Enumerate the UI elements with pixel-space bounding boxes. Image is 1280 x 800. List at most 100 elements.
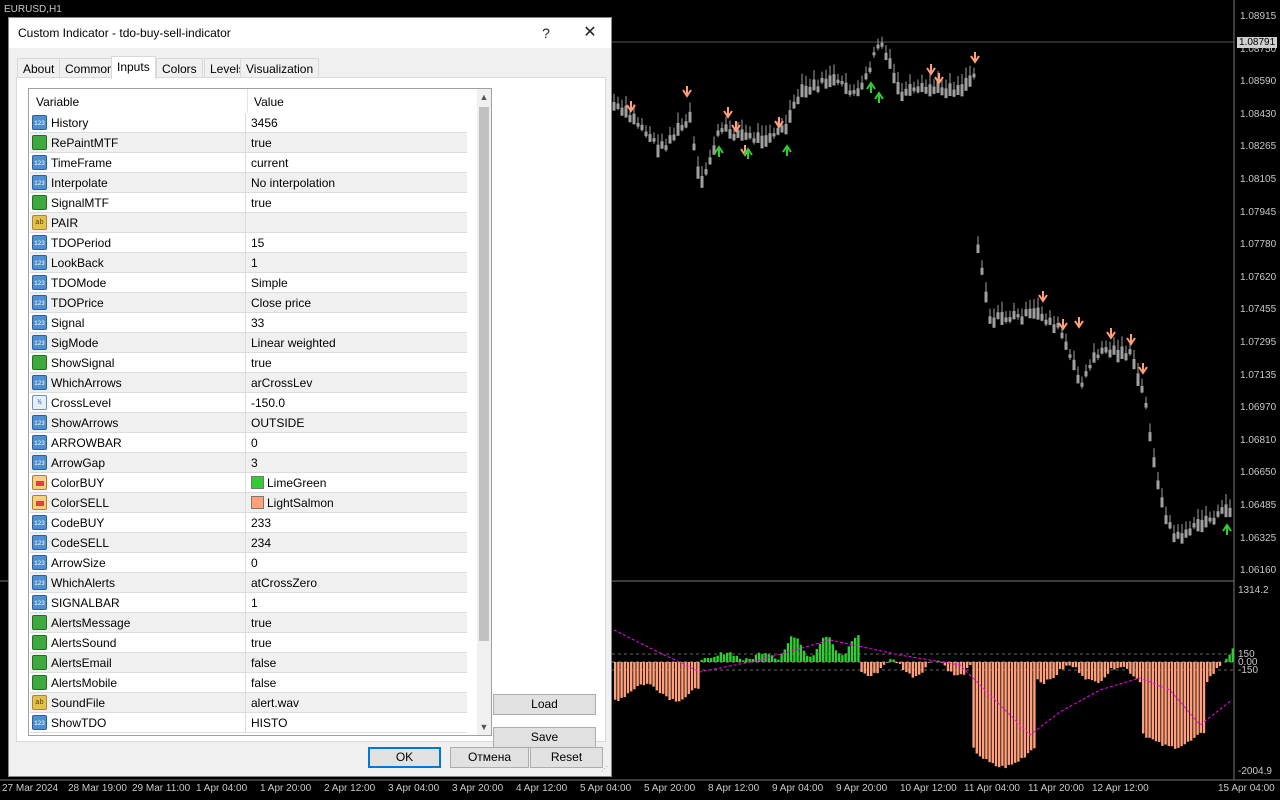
cancel-button[interactable]: Отмена (450, 747, 529, 768)
param-value-text[interactable]: LightSalmon (267, 496, 334, 510)
param-value[interactable]: LimeGreen (251, 476, 326, 490)
param-row[interactable]: AlertsMessage true (30, 613, 467, 633)
tab-inputs[interactable]: Inputs (111, 56, 156, 79)
param-value[interactable]: current (251, 156, 288, 170)
param-row[interactable]: 123 TimeFrame current (30, 153, 467, 173)
param-row[interactable]: 123 TDOPeriod 15 (30, 233, 467, 253)
grid-scrollbar[interactable]: ▲ ▼ (477, 89, 491, 735)
ok-button[interactable]: OK (368, 747, 441, 768)
param-row[interactable]: 123 TDOMode Simple (30, 273, 467, 293)
param-value[interactable]: 234 (251, 536, 271, 550)
param-row[interactable]: 123 SIGNALBAR 1 (30, 593, 467, 613)
param-value-text[interactable]: 33 (251, 316, 264, 330)
param-value-text[interactable]: true (251, 136, 272, 150)
resize-grip-icon[interactable]: ⋰ (601, 766, 609, 774)
param-row[interactable]: 123 LookBack 1 (30, 253, 467, 273)
param-value-text[interactable]: true (251, 636, 272, 650)
param-row[interactable]: ab SoundFile alert.wav (30, 693, 467, 713)
color-swatch-icon[interactable] (251, 496, 264, 509)
param-value[interactable]: 1 (251, 596, 258, 610)
param-row[interactable]: 123 TDOPrice Close price (30, 293, 467, 313)
param-value[interactable]: arCrossLev (251, 376, 312, 390)
param-value-text[interactable]: 3456 (251, 116, 278, 130)
param-row[interactable]: 123 Interpolate No interpolation (30, 173, 467, 193)
param-value[interactable]: 233 (251, 516, 271, 530)
param-value-text[interactable]: 233 (251, 516, 271, 530)
param-value[interactable]: 0 (251, 436, 258, 450)
param-value-text[interactable]: 1 (251, 596, 258, 610)
param-row[interactable]: 123 SigMode Linear weighted (30, 333, 467, 353)
load-button[interactable]: Load (493, 694, 596, 715)
dialog-titlebar[interactable]: Custom Indicator - tdo-buy-sell-indicato… (9, 18, 611, 48)
param-value[interactable]: alert.wav (251, 696, 299, 710)
param-value[interactable]: LightSalmon (251, 496, 334, 510)
param-value[interactable]: true (251, 616, 272, 630)
param-value-text[interactable]: -150.0 (251, 396, 285, 410)
param-value-text[interactable]: 0 (251, 436, 258, 450)
scroll-up-icon[interactable]: ▲ (477, 89, 491, 105)
param-value-text[interactable]: 3 (251, 456, 258, 470)
save-button[interactable]: Save (493, 727, 596, 748)
param-value-text[interactable]: Simple (251, 276, 288, 290)
scroll-down-icon[interactable]: ▼ (477, 719, 491, 735)
param-value[interactable]: true (251, 136, 272, 150)
tab-about[interactable]: About (17, 58, 61, 78)
param-row[interactable]: SignalMTF true (30, 193, 467, 213)
scrollbar-thumb[interactable] (479, 107, 489, 641)
param-row[interactable]: 123 Signal 33 (30, 313, 467, 333)
param-value[interactable]: 1 (251, 256, 258, 270)
param-row[interactable]: RePaintMTF true (30, 133, 467, 153)
param-value[interactable]: -150.0 (251, 396, 285, 410)
param-row[interactable]: ShowSignal true (30, 353, 467, 373)
param-value[interactable]: false (251, 656, 276, 670)
param-value-text[interactable]: current (251, 156, 288, 170)
param-value-text[interactable]: 234 (251, 536, 271, 550)
param-value[interactable]: No interpolation (251, 176, 335, 190)
param-row[interactable]: AlertsMobile false (30, 673, 467, 693)
param-value-text[interactable]: alert.wav (251, 696, 299, 710)
param-value-text[interactable]: 15 (251, 236, 264, 250)
param-value[interactable]: Linear weighted (251, 336, 336, 350)
param-value[interactable]: 15 (251, 236, 264, 250)
param-value-text[interactable]: OUTSIDE (251, 416, 304, 430)
param-value[interactable]: true (251, 196, 272, 210)
tab-colors[interactable]: Colors (156, 58, 203, 78)
param-row[interactable]: 123 ShowArrows OUTSIDE (30, 413, 467, 433)
param-row[interactable]: 123 ARROWBAR 0 (30, 433, 467, 453)
param-value[interactable]: OUTSIDE (251, 416, 304, 430)
param-value-text[interactable]: arCrossLev (251, 376, 312, 390)
param-value-text[interactable]: true (251, 196, 272, 210)
param-row[interactable]: ColorSELL LightSalmon (30, 493, 467, 513)
param-value[interactable]: 33 (251, 316, 264, 330)
reset-button[interactable]: Reset (530, 747, 603, 768)
param-row[interactable]: AlertsEmail false (30, 653, 467, 673)
param-value-text[interactable]: atCrossZero (251, 576, 317, 590)
param-value[interactable]: Close price (251, 296, 311, 310)
help-button[interactable]: ? (531, 22, 561, 44)
param-value[interactable]: Simple (251, 276, 288, 290)
param-value-text[interactable]: No interpolation (251, 176, 335, 190)
param-value[interactable]: atCrossZero (251, 576, 317, 590)
param-value[interactable]: false (251, 676, 276, 690)
param-row[interactable]: ab PAIR (30, 213, 467, 233)
column-header-variable[interactable]: Variable (36, 95, 79, 109)
param-row[interactable]: 123 WhichAlerts atCrossZero (30, 573, 467, 593)
param-value-text[interactable]: false (251, 676, 276, 690)
param-value[interactable]: 0 (251, 556, 258, 570)
column-header-value[interactable]: Value (254, 95, 284, 109)
tab-visualization[interactable]: Visualization (240, 58, 320, 78)
param-row[interactable]: ½ CrossLevel -150.0 (30, 393, 467, 413)
close-icon[interactable]: ✕ (575, 22, 605, 44)
param-value-text[interactable]: false (251, 656, 276, 670)
param-row[interactable]: 123 History 3456 (30, 113, 467, 133)
param-value-text[interactable]: Close price (251, 296, 311, 310)
param-value[interactable]: 3 (251, 456, 258, 470)
param-value-text[interactable]: true (251, 616, 272, 630)
color-swatch-icon[interactable] (251, 476, 264, 489)
param-row[interactable]: ColorBUY LimeGreen (30, 473, 467, 493)
param-value-text[interactable]: 1 (251, 256, 258, 270)
param-value-text[interactable]: 0 (251, 556, 258, 570)
param-row[interactable]: 123 CodeBUY 233 (30, 513, 467, 533)
param-value[interactable]: true (251, 356, 272, 370)
param-row[interactable]: 123 CodeSELL 234 (30, 533, 467, 553)
